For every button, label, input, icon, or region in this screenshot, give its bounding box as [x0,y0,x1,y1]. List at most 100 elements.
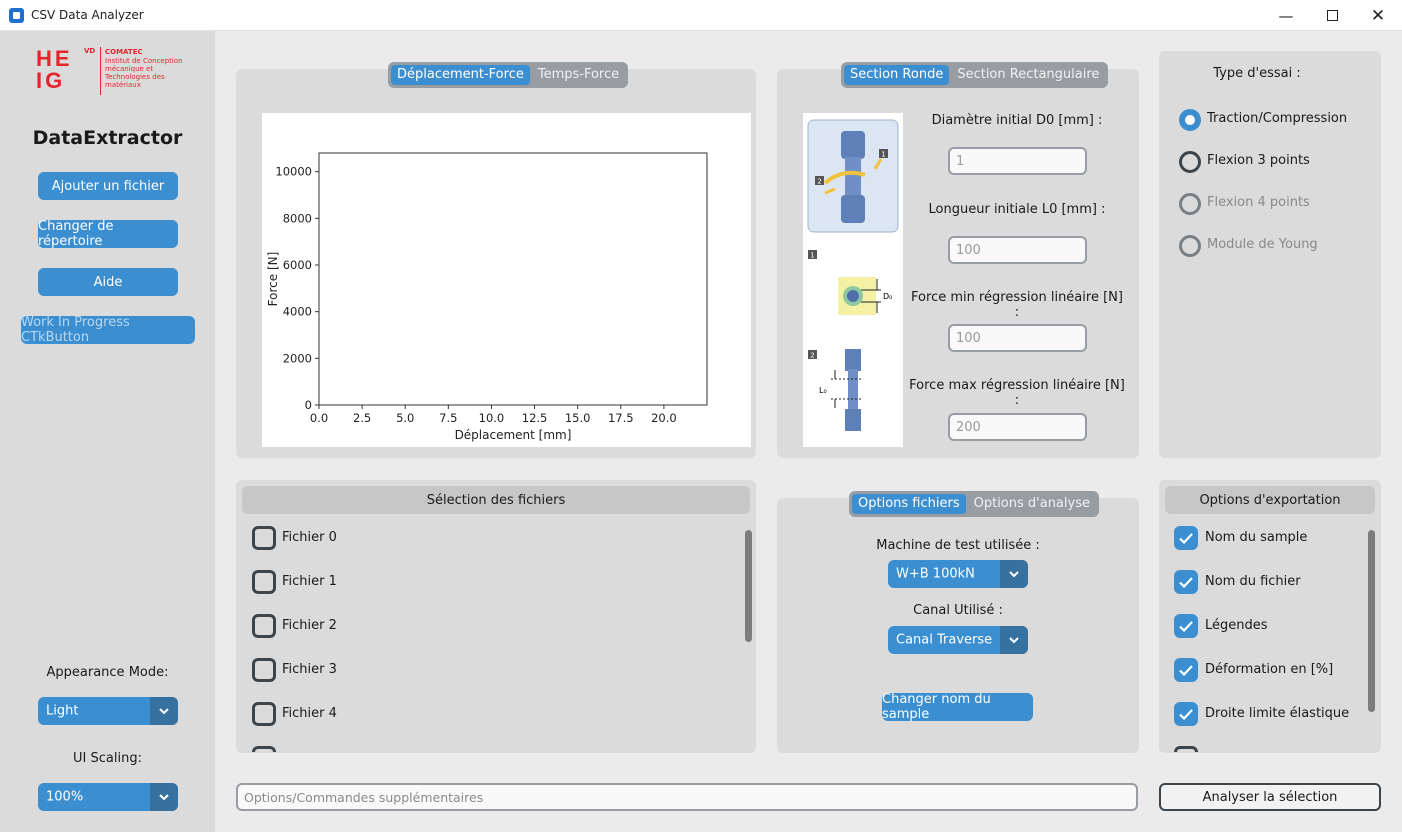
add-file-button[interactable]: Ajouter un fichier [38,172,178,200]
channel-select[interactable]: Canal Traverse [888,626,1028,654]
plot-frame [318,152,708,406]
file-label: Fichier 4 [282,706,337,721]
sidebar: HE IG VD COMATEC Institut de Conception … [0,31,215,832]
command-input[interactable]: Options/Commandes supplémentaires [236,783,1138,811]
logo-vd: VD [84,47,96,55]
export-label: Nom du sample [1205,530,1308,545]
y-tick-label: 4000 [283,305,312,319]
logo-divider [100,47,101,95]
ui-scaling-label: UI Scaling: [73,751,142,766]
channel-value: Canal Traverse [896,632,993,648]
y-tick-label: 6000 [283,258,312,272]
options-tabs: Options fichiers Options d'analyse [849,491,1099,517]
svg-text:1: 1 [881,151,885,159]
file-checkbox[interactable] [252,570,276,594]
export-label: Droite limite élastique [1205,706,1350,721]
tab-displacement-force[interactable]: Déplacement-Force [391,65,530,85]
analyze-selection-button[interactable]: Analyser la sélection [1159,783,1381,811]
export-checkbox[interactable] [1174,658,1198,682]
svg-text:D₀: D₀ [883,292,892,301]
x-tick-label: 17.5 [608,411,634,425]
radio-traction[interactable] [1179,109,1201,131]
d0-input[interactable]: 1 [948,147,1087,175]
change-directory-button[interactable]: Changer de répertoire [38,219,178,249]
y-axis-label: Force [N] [266,252,280,307]
file-checkbox[interactable] [252,658,276,682]
appearance-mode-label: Appearance Mode: [46,665,169,680]
file-label: Fichier 2 [282,618,337,633]
x-tick-label: 7.5 [439,411,457,425]
rename-sample-button[interactable]: Changer nom du sample [882,692,1033,722]
file-list-scrollbar[interactable] [745,530,752,642]
channel-label: Canal Utilisé : [913,603,1003,618]
force-min-input[interactable]: 100 [948,324,1087,352]
l0-input[interactable]: 100 [948,236,1087,264]
export-checkbox[interactable] [1174,702,1198,726]
tab-time-force[interactable]: Temps-Force [532,65,625,85]
logo-org-desc: Institut de Conception mécanique et Tech… [105,57,183,89]
help-button[interactable]: Aide [38,268,178,296]
chevron-down-icon [1000,560,1028,588]
radio-young-modulus-label: Module de Young [1207,237,1318,252]
tab-rectangular-section[interactable]: Section Rectangulaire [951,65,1105,85]
plot-tabs: Déplacement-Force Temps-Force [388,62,629,88]
test-type-title: Type d'essai : [1213,66,1301,81]
x-axis-label: Déplacement [mm] [455,428,572,442]
file-selection-title: Sélection des fichiers [242,486,750,514]
y-tick-label: 8000 [283,211,312,225]
specimen-diagram: 1 2 1 D₀ 2 L₀ [803,113,903,447]
maximize-button[interactable] [1309,0,1355,31]
file-checkbox-partial[interactable] [252,746,276,752]
export-label: Déformation en [%] [1205,662,1334,677]
heig-logo: HE IG VD COMATEC Institut de Conception … [36,47,186,97]
close-button[interactable]: ✕ [1355,0,1401,31]
export-label: Nom du fichier [1205,574,1301,589]
export-list-scrollbar[interactable] [1368,530,1375,712]
x-tick-label: 2.5 [353,411,371,425]
file-checkbox[interactable] [252,526,276,550]
x-tick-label: 5.0 [396,411,414,425]
file-checkbox[interactable] [252,614,276,638]
file-label: Fichier 3 [282,662,337,677]
app-name: DataExtractor [32,127,183,149]
export-options-title: Options d'exportation [1165,486,1375,514]
svg-text:2: 2 [810,352,814,360]
force-chart: 0.0 2.5 5.0 7.5 10.0 12.5 15.0 17.5 20.0 0 2000 400… [266,152,708,442]
y-tick-label: 10000 [275,165,312,179]
radio-flexion-4[interactable] [1179,193,1201,215]
force-max-input[interactable]: 200 [948,413,1087,441]
appearance-mode-select[interactable]: Light [38,697,178,725]
radio-flexion-3[interactable] [1179,151,1201,173]
x-tick-label: 0.0 [310,411,328,425]
force-min-label: Force min régression linéaire [N] : [911,290,1123,320]
svg-text:L₀: L₀ [819,386,827,395]
chevron-down-icon [1000,626,1028,654]
tab-round-section[interactable]: Section Ronde [844,65,950,85]
tab-file-options[interactable]: Options fichiers [852,494,966,514]
y-tick-label: 2000 [283,351,312,365]
radio-young-modulus[interactable] [1179,235,1201,257]
export-label: Légendes [1205,618,1268,633]
tab-analysis-options[interactable]: Options d'analyse [968,494,1096,514]
minimize-button[interactable]: — [1263,0,1309,31]
chevron-down-icon [150,697,178,725]
work-in-progress-button[interactable]: Work In Progress CTkButton [21,315,195,345]
radio-flexion-3-label: Flexion 3 points [1207,153,1310,168]
x-tick-label: 10.0 [479,411,505,425]
force-max-label: Force max régression linéaire [N] : [909,378,1125,408]
export-checkbox[interactable] [1174,614,1198,638]
machine-label: Machine de test utilisée : [876,538,1040,553]
app-icon [9,8,24,23]
y-tick-label: 0 [305,398,312,412]
ui-scaling-select[interactable]: 100% [38,783,178,811]
file-checkbox[interactable] [252,702,276,726]
window-titlebar: CSV Data Analyzer — ✕ [0,0,1402,31]
export-checkbox-partial[interactable] [1174,746,1198,752]
window-title: CSV Data Analyzer [31,8,144,22]
export-checkbox[interactable] [1174,526,1198,550]
export-checkbox[interactable] [1174,570,1198,594]
x-tick-label: 15.0 [565,411,591,425]
ui-scaling-value: 100% [46,789,84,805]
x-tick-label: 12.5 [522,411,548,425]
machine-select[interactable]: W+B 100kN [888,560,1028,588]
